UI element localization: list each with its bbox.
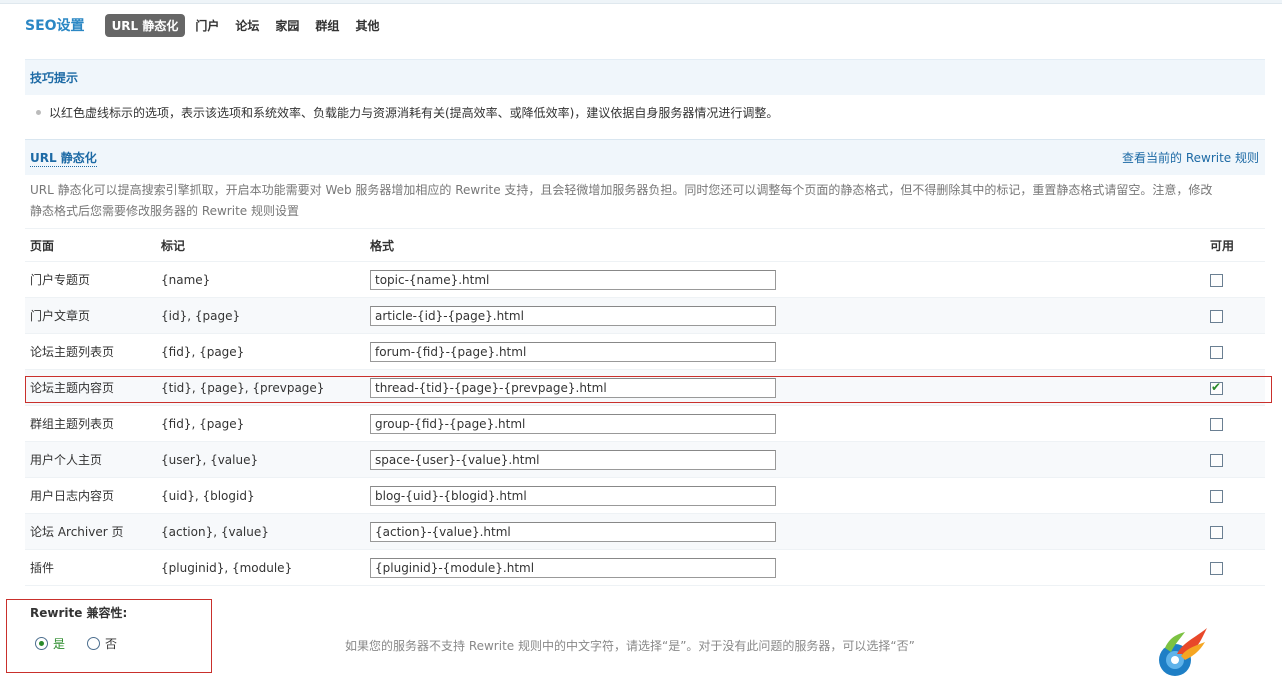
enabled-checkbox[interactable] — [1210, 453, 1223, 467]
tips-section-header: 技巧提示 — [25, 59, 1265, 95]
row-page: 用户日志内容页 — [30, 489, 115, 503]
table-row: 插件 {pluginid}, {module} — [25, 550, 1265, 586]
row-format-cell — [365, 557, 1210, 578]
bullet-icon — [36, 110, 41, 115]
table-row: 用户日志内容页 {uid}, {blogid} — [25, 478, 1265, 514]
header-format: 格式 — [370, 238, 395, 253]
radio-no[interactable] — [87, 637, 101, 650]
table-row: 门户文章页 {id}, {page} — [25, 298, 1265, 334]
tab-other[interactable]: 其他 — [355, 17, 379, 34]
tab-url-static[interactable]: URL 静态化 — [104, 13, 186, 37]
row-mark: {user}, {value} — [161, 452, 259, 467]
tab-portal[interactable]: 门户 — [195, 17, 219, 34]
row-page: 门户专题页 — [30, 273, 91, 287]
url-section-header: URL 静态化 查看当前的 Rewrite 规则 — [25, 139, 1265, 175]
radio-no-label[interactable]: 否 — [105, 635, 117, 652]
table-row: 门户专题页 {name} — [25, 262, 1265, 298]
header-page: 页面 — [30, 238, 55, 253]
enabled-checkbox[interactable] — [1210, 380, 1223, 395]
row-mark: {id}, {page} — [161, 308, 241, 323]
enabled-checkbox[interactable] — [1210, 489, 1223, 503]
row-enabled-cell — [1210, 273, 1265, 287]
row-enabled-cell — [1210, 380, 1265, 395]
row-format-cell — [365, 305, 1210, 326]
row-enabled-cell — [1210, 453, 1265, 467]
url-description: URL 静态化可以提高搜索引擎抓取，开启本功能需要对 Web 服务器增加相应的 … — [30, 183, 1213, 218]
row-enabled-cell — [1210, 417, 1265, 431]
row-mark: {fid}, {page} — [161, 416, 245, 431]
row-enabled-cell — [1210, 525, 1265, 539]
row-format-cell — [365, 413, 1210, 434]
row-mark: {name} — [161, 272, 211, 287]
compat-title: Rewrite 兼容性: — [30, 606, 128, 620]
row-format-cell — [365, 341, 1210, 362]
format-input[interactable] — [370, 557, 776, 578]
format-input[interactable] — [370, 449, 776, 470]
format-input[interactable] — [370, 377, 776, 398]
table-row: 论坛主题内容页 {tid}, {page}, {prevpage} — [25, 370, 1265, 406]
top-border — [0, 0, 1282, 4]
row-mark: {fid}, {page} — [161, 344, 245, 359]
tip-item: 以红色虚线标示的选项，表示该选项和系统效率、负载能力与资源消耗有关(提高效率、或… — [36, 104, 778, 121]
row-format-cell — [365, 485, 1210, 506]
seo-nav: SEO设置 URL 静态化 门户 论坛 家园 群组 其他 — [25, 13, 395, 37]
table-row: 用户个人主页 {user}, {value} — [25, 442, 1265, 478]
format-input[interactable] — [370, 521, 776, 542]
header-enabled: 可用 — [1210, 238, 1235, 253]
row-format-cell — [365, 377, 1210, 398]
tab-group[interactable]: 群组 — [315, 17, 339, 34]
enabled-checkbox[interactable] — [1210, 309, 1223, 323]
tab-forum[interactable]: 论坛 — [235, 17, 259, 34]
url-rules-table: 页面 标记 格式 可用 门户专题页 {name} 门户文章页 {id}, {page}… — [25, 228, 1265, 586]
url-heading: URL 静态化 — [30, 150, 97, 167]
row-mark: {uid}, {blogid} — [161, 488, 255, 503]
format-input[interactable] — [370, 485, 776, 506]
enabled-checkbox[interactable] — [1210, 525, 1223, 539]
row-page: 群组主题列表页 — [30, 417, 115, 431]
row-enabled-cell — [1210, 489, 1265, 503]
format-input[interactable] — [370, 305, 776, 326]
table-row: 论坛 Archiver 页 {action}, {value} — [25, 514, 1265, 550]
radio-yes-label[interactable]: 是 — [53, 635, 65, 652]
compat-options: 是 否 — [35, 635, 117, 652]
enabled-checkbox[interactable] — [1210, 345, 1223, 359]
row-mark: {tid}, {page}, {prevpage} — [161, 380, 325, 395]
table-row: 群组主题列表页 {fid}, {page} — [25, 406, 1265, 442]
row-format-cell — [365, 449, 1210, 470]
row-enabled-cell — [1210, 345, 1265, 359]
compat-note: 如果您的服务器不支持 Rewrite 规则中的中文字符，请选择“是”。对于没有此… — [345, 639, 915, 653]
row-format-cell — [365, 269, 1210, 290]
row-format-cell — [365, 521, 1210, 542]
tips-heading: 技巧提示 — [30, 71, 79, 85]
row-page: 论坛主题列表页 — [30, 345, 115, 359]
row-mark: {pluginid}, {module} — [161, 560, 293, 575]
tip-text: 以红色虚线标示的选项，表示该选项和系统效率、负载能力与资源消耗有关(提高效率、或… — [49, 106, 779, 120]
tab-home[interactable]: 家园 — [275, 17, 299, 34]
format-input[interactable] — [370, 269, 776, 290]
table-row: 论坛主题列表页 {fid}, {page} — [25, 334, 1265, 370]
row-page: 用户个人主页 — [30, 453, 103, 467]
row-page: 门户文章页 — [30, 309, 91, 323]
enabled-checkbox[interactable] — [1210, 561, 1223, 575]
header-mark: 标记 — [161, 238, 186, 253]
page-title: SEO设置 — [25, 18, 85, 34]
row-page: 插件 — [30, 561, 55, 575]
enabled-checkbox[interactable] — [1210, 417, 1223, 431]
row-enabled-cell — [1210, 309, 1265, 323]
discuz-logo-icon — [1159, 628, 1207, 676]
enabled-checkbox[interactable] — [1210, 273, 1223, 287]
row-enabled-cell — [1210, 561, 1265, 575]
row-page: 论坛主题内容页 — [30, 381, 115, 395]
table-header: 页面 标记 格式 可用 — [25, 228, 1265, 262]
format-input[interactable] — [370, 413, 776, 434]
row-mark: {action}, {value} — [161, 524, 269, 539]
radio-yes[interactable] — [35, 637, 48, 650]
view-rewrite-rules-link[interactable]: 查看当前的 Rewrite 规则 — [1122, 149, 1259, 166]
row-page: 论坛 Archiver 页 — [30, 525, 124, 539]
format-input[interactable] — [370, 341, 776, 362]
